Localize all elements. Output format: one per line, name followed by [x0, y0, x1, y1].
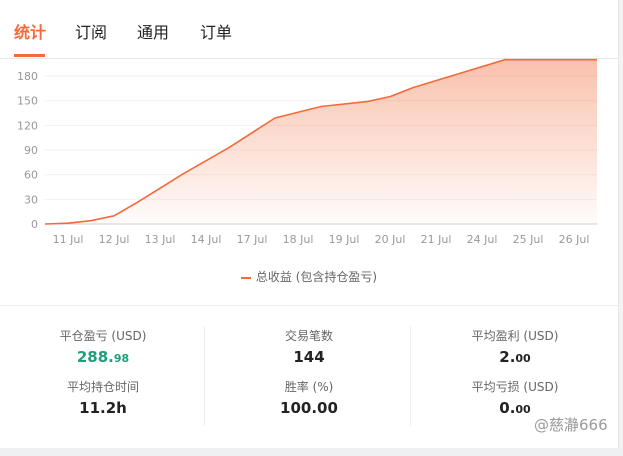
- x-tick-label: 19 Jul: [329, 233, 360, 246]
- stat-label: 胜率 (%): [284, 380, 334, 394]
- stat-win-rate: 胜率 (%) 100.00: [206, 379, 412, 419]
- stat-close-pnl: 平仓盈亏 (USD) 288.98: [0, 328, 206, 370]
- stat-label: 平均盈利 (USD): [471, 329, 559, 343]
- tab-bar: 统计 订阅 通用 订单: [0, 8, 618, 59]
- x-tick-label: 13 Jul: [145, 233, 176, 246]
- legend-line-icon: [240, 276, 251, 279]
- stat-value-dec: 00: [515, 352, 531, 365]
- profit-chart: 0 30 60 90 120 150 180 11 Jul 12 Jul 13 Jul 14 Jul…: [0, 58, 618, 308]
- stat-value: 11.2h: [79, 399, 127, 417]
- y-tick-label: 90: [24, 144, 38, 157]
- stat-label: 平均亏损 (USD): [471, 380, 559, 394]
- column-divider: [204, 326, 205, 426]
- x-tick-label: 12 Jul: [99, 233, 130, 246]
- y-tick-label: 60: [24, 169, 38, 182]
- x-tick-label: 11 Jul: [53, 233, 84, 246]
- stat-label: 交易笔数: [284, 329, 333, 343]
- y-tick-label: 150: [17, 95, 38, 108]
- y-tick-label: 180: [17, 70, 38, 83]
- stat-value: 100.00: [280, 399, 338, 417]
- x-tick-label: 24 Jul: [467, 233, 498, 246]
- y-tick-label: 120: [17, 119, 38, 132]
- bottom-strip: [0, 448, 623, 456]
- x-tick-label: 26 Jul: [559, 233, 590, 246]
- stats-panel: 统计 订阅 通用 订单 0 30 60 90 120 150 180 11 Jul 12 Jul…: [0, 0, 619, 448]
- stat-label: 平仓盈亏 (USD): [59, 329, 147, 343]
- tab-orders[interactable]: 订单: [200, 22, 232, 44]
- y-tick-label: 0: [31, 218, 38, 231]
- stats-col-1: 平仓盈亏 (USD) 288.98 平均持仓时间 11.2h: [0, 306, 206, 448]
- tab-subscribe[interactable]: 订阅: [75, 22, 107, 44]
- chart-legend[interactable]: 总收益 (包含持仓盈亏): [0, 268, 618, 285]
- profit-chart-svg: 0 30 60 90 120 150 180 11 Jul 12 Jul 13 Jul 14 Jul…: [17, 58, 597, 246]
- active-tab-indicator: [14, 54, 45, 57]
- stat-value-dec: 98: [113, 352, 130, 365]
- stat-avg-profit: 平均盈利 (USD) 2.00: [412, 328, 618, 370]
- x-tick-label: 20 Jul: [375, 233, 406, 246]
- x-tick-label: 21 Jul: [421, 233, 452, 246]
- x-tick-label: 14 Jul: [191, 233, 222, 246]
- stat-value-int: 0.: [499, 399, 516, 417]
- x-tick-label: 18 Jul: [283, 233, 314, 246]
- stat-value-dec: 00: [515, 403, 531, 416]
- y-tick-label: 30: [24, 193, 38, 206]
- stat-value: 288.98: [0, 346, 206, 370]
- x-tick-label: 25 Jul: [513, 233, 544, 246]
- column-divider: [410, 326, 411, 426]
- stat-value: 144: [293, 348, 325, 366]
- stat-label: 平均持仓时间: [66, 380, 139, 394]
- stat-trade-count: 交易笔数 144: [206, 328, 412, 368]
- tab-general[interactable]: 通用: [137, 22, 169, 44]
- watermark: @慈瀞666: [534, 416, 608, 434]
- stat-value-int: 2.: [499, 348, 516, 366]
- stat-value: 2.00: [412, 346, 618, 370]
- legend-label: 总收益 (包含持仓盈亏): [255, 270, 378, 284]
- stats-col-2: 交易笔数 144 胜率 (%) 100.00: [206, 306, 412, 448]
- stat-value-int: 288.: [76, 348, 114, 366]
- stat-avg-hold: 平均持仓时间 11.2h: [0, 379, 206, 419]
- x-tick-label: 17 Jul: [237, 233, 268, 246]
- tab-stats[interactable]: 统计: [14, 22, 46, 44]
- stats-grid: 平仓盈亏 (USD) 288.98 平均持仓时间 11.2h 交易笔数 144 …: [0, 306, 618, 448]
